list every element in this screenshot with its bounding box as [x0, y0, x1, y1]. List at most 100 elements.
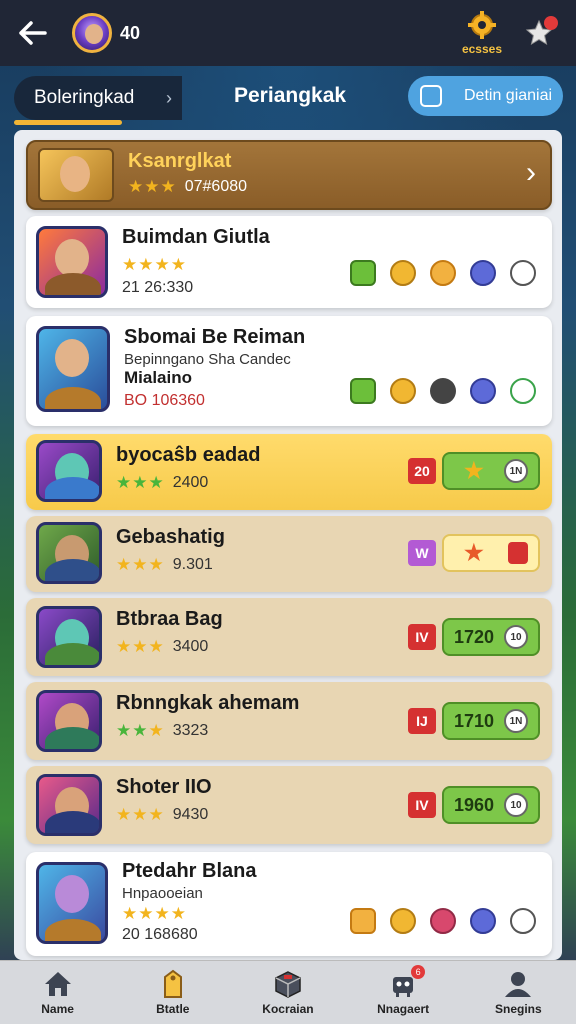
player-thumbnail: [36, 690, 102, 752]
nav-item-settings[interactable]: Snegins: [468, 969, 568, 1016]
coin-icon[interactable]: [430, 260, 456, 286]
nav-item-manager[interactable]: 6 Nnagaert: [353, 965, 453, 1016]
rating-stars: ★★★: [128, 177, 177, 196]
player-name: Rbnngkak ahemam: [116, 692, 300, 714]
favorites-button[interactable]: [524, 16, 558, 48]
settings-button[interactable]: ecsses: [462, 10, 502, 56]
detail-button-label: Detin gianiai: [464, 87, 553, 104]
nav-item-home[interactable]: Name: [8, 969, 108, 1016]
leaderboard-header-row[interactable]: Ksanrglkat ★★★ 07#6080 ›: [26, 140, 552, 210]
list-item[interactable]: Ptedahr Blana Hnpaooeian ★★★★ 20 168680: [26, 852, 552, 956]
level-badge: IV: [408, 792, 436, 818]
rating-stars: ★★★: [116, 473, 165, 492]
player-score: 20 168680: [122, 926, 198, 943]
chat-icon[interactable]: [510, 260, 536, 286]
nav-label: Name: [41, 1002, 74, 1016]
player-thumbnail: [36, 862, 108, 944]
header-avatar: [38, 148, 114, 202]
gem-icon[interactable]: [470, 260, 496, 286]
nav-label: Btatle: [156, 1002, 190, 1016]
rating-stars: ★★★: [116, 637, 165, 656]
gem-icon[interactable]: [430, 908, 456, 934]
gem-icon[interactable]: [470, 378, 496, 404]
notification-badge: 6: [411, 965, 426, 979]
ball-icon: 1N: [504, 459, 528, 483]
notification-dot: [544, 16, 558, 30]
tab-periangkak[interactable]: Periangkak: [234, 84, 346, 108]
nav-label: Nnagaert: [377, 1002, 430, 1016]
back-button[interactable]: [14, 15, 50, 51]
player-name: Ptedahr Blana: [122, 860, 257, 882]
header-title: Ksanrglkat: [128, 150, 232, 172]
medal-icon[interactable]: [390, 378, 416, 404]
list-item[interactable]: Shoter IIO ★★★ 9430 IV 1960 10: [26, 766, 552, 844]
player-score: 3323: [172, 722, 209, 739]
flag-icon: [508, 542, 528, 564]
star-icon: ★: [464, 540, 484, 565]
player-thumbnail: [36, 226, 108, 298]
player-thumbnail: [36, 326, 110, 412]
reward-pill[interactable]: 1960 10: [442, 786, 540, 824]
list-item[interactable]: byocaŝb eadad ★★★ 2400 20 ★ 1N: [26, 434, 552, 510]
player-score: 2400: [172, 474, 209, 491]
top-bar: 40 ecsses: [0, 0, 576, 66]
shield-icon[interactable]: [430, 378, 456, 404]
player-subtitle: Hnpaooeian: [122, 885, 203, 902]
tab-label: Boleringkad: [34, 87, 135, 108]
reward-pill[interactable]: ★: [442, 534, 540, 572]
coin-stack-icon[interactable]: [350, 908, 376, 934]
player-avatar[interactable]: [72, 13, 112, 53]
detail-button[interactable]: Detin gianiai: [408, 76, 563, 116]
ball-icon: 1N: [504, 709, 528, 733]
ball-icon: 10: [504, 625, 528, 649]
gem-icon[interactable]: [470, 908, 496, 934]
settings-label: ecsses: [461, 42, 502, 56]
medal-icon[interactable]: [390, 908, 416, 934]
player-thumbnail: [36, 440, 102, 502]
list-item[interactable]: Sbomai Be Reiman Bepinngano Sha Candec M…: [26, 316, 552, 426]
player-thumbnail: [36, 774, 102, 836]
ball-icon: 10: [504, 793, 528, 817]
header-score: 07#6080: [184, 178, 248, 195]
rating-stars: ★★★★: [122, 255, 187, 274]
rating-stars: ★★★★: [122, 904, 187, 923]
active-tab-indicator: [14, 120, 122, 125]
trophy-icon[interactable]: [350, 378, 376, 404]
reward-value: 1710: [454, 710, 495, 731]
player-name: Btbraa Bag: [116, 608, 223, 630]
nav-label: Kocraian: [262, 1002, 314, 1016]
rating-stars: ★★★: [116, 805, 165, 824]
reward-pill[interactable]: 1710 1N: [442, 702, 540, 740]
list-item[interactable]: Rbnngkak ahemam ★★★ 3323 IJ 1710 1N: [26, 682, 552, 760]
player-name: Shoter IIO: [116, 776, 212, 798]
user-icon: [505, 972, 532, 997]
trophy-icon[interactable]: [350, 260, 376, 286]
level-badge: 20: [408, 458, 436, 484]
player-team: Mialaino: [124, 368, 193, 387]
player-name: Gebashatig: [116, 526, 225, 548]
gear-icon: [467, 11, 496, 39]
level-badge: IV: [408, 624, 436, 650]
player-name: byocaŝb eadad: [116, 444, 261, 466]
player-subtitle: Bepinngano Sha Candec: [124, 351, 291, 368]
bottom-nav: Name Btatle Kocraian 6 Nnagaert Snegins: [0, 960, 576, 1024]
nav-item-collection[interactable]: Kocraian: [238, 969, 338, 1016]
player-name: Sbomai Be Reiman: [124, 326, 306, 348]
medal-icon[interactable]: [390, 260, 416, 286]
list-item[interactable]: Btbraa Bag ★★★ 3400 IV 1720 10: [26, 598, 552, 676]
tab-boleringkad[interactable]: Boleringkad ›: [14, 76, 182, 120]
back-arrow-icon: [19, 21, 47, 45]
player-score: 21 26:330: [122, 279, 194, 296]
reward-pill[interactable]: 1720 10: [442, 618, 540, 656]
player-score: 9430: [172, 806, 209, 823]
list-item[interactable]: Gebashatig ★★★ 9.301 W ★: [26, 516, 552, 592]
player-score: 3400: [172, 638, 209, 655]
list-item[interactable]: Buimdan Giutla ★★★★ 21 26:330: [26, 216, 552, 308]
chat-icon[interactable]: [510, 908, 536, 934]
tab-bar: Boleringkad › Periangkak Detin gianiai: [0, 66, 576, 128]
chat-icon[interactable]: [510, 378, 536, 404]
chevron-right-icon: ›: [526, 156, 536, 189]
player-score: 9.301: [172, 556, 213, 573]
nav-item-battle[interactable]: Btatle: [123, 969, 223, 1016]
reward-pill[interactable]: ★ 1N: [442, 452, 540, 490]
